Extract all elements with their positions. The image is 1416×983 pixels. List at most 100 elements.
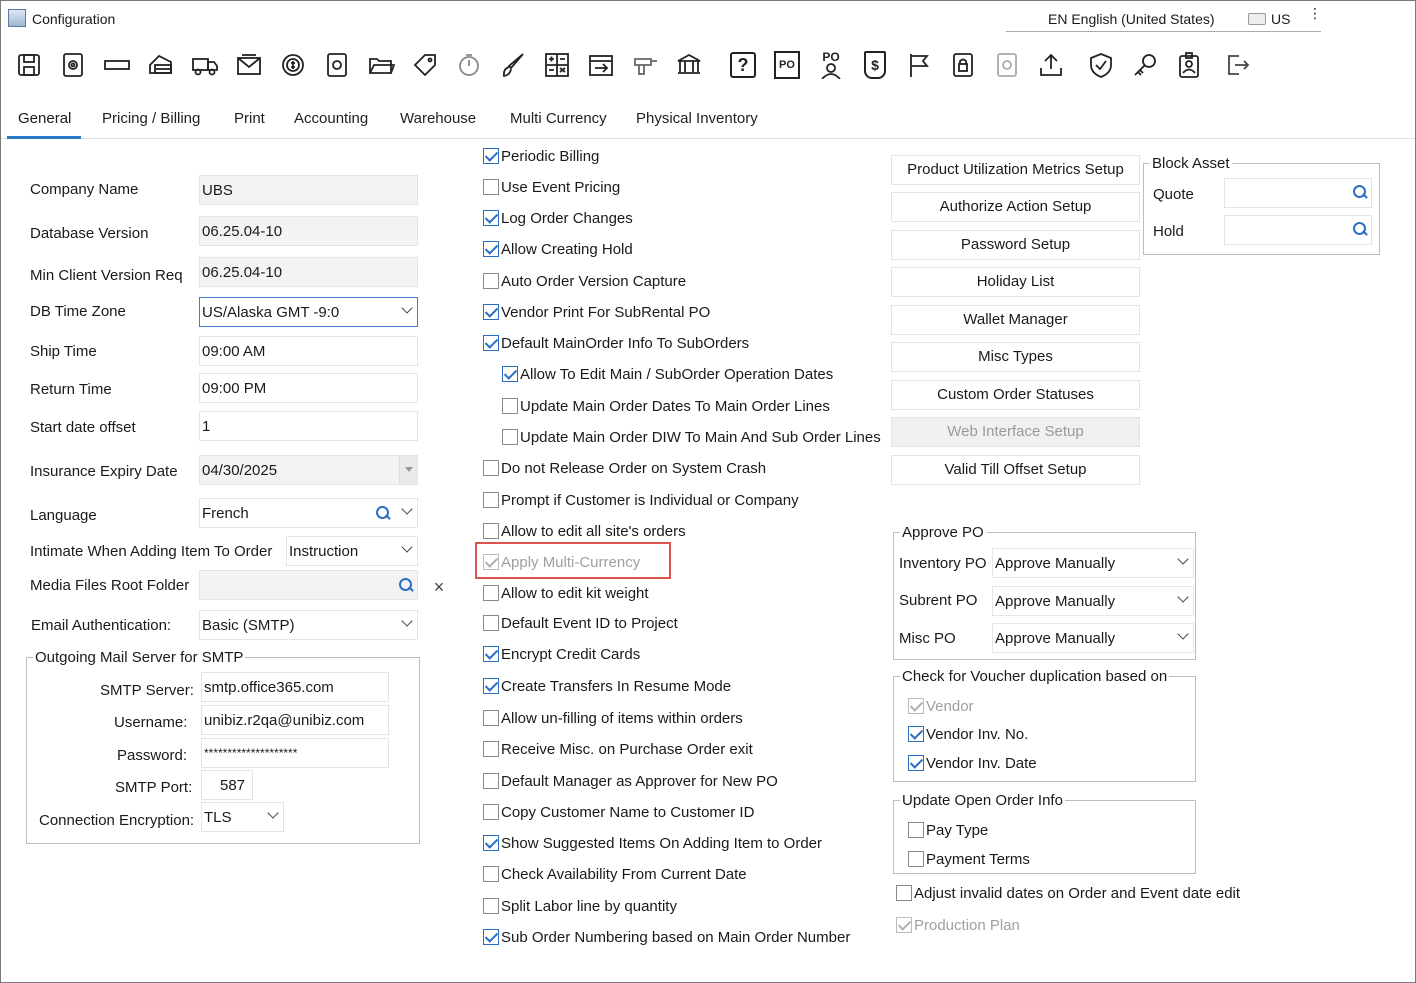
- allow-edit-all-sites-checkbox[interactable]: Allow to edit all site's orders: [483, 520, 686, 542]
- holiday-list-button[interactable]: Holiday List: [891, 267, 1140, 297]
- vendor-print-subrental-checkbox[interactable]: Vendor Print For SubRental PO: [483, 301, 710, 323]
- misc-types-button[interactable]: Misc Types: [891, 342, 1140, 372]
- log-order-changes-checkbox[interactable]: Log Order Changes: [483, 207, 633, 229]
- folder-open-icon[interactable]: [361, 44, 401, 86]
- tab-warehouse[interactable]: Warehouse: [400, 110, 476, 127]
- allow-unfilling-checkbox[interactable]: Allow un-filling of items within orders: [483, 707, 743, 729]
- language-selector[interactable]: EN English (United States) US ⋮: [1006, 6, 1322, 32]
- valid-till-offset-button[interactable]: Valid Till Offset Setup: [891, 455, 1140, 485]
- money-gear-icon[interactable]: [273, 44, 313, 86]
- tab-accounting[interactable]: Accounting: [294, 110, 368, 127]
- vendor-inv-date-checkbox[interactable]: Vendor Inv. Date: [908, 752, 1037, 774]
- exit-icon[interactable]: [1217, 44, 1257, 86]
- allow-creating-hold-checkbox[interactable]: Allow Creating Hold: [483, 238, 633, 260]
- tab-pricing-billing[interactable]: Pricing / Billing: [102, 110, 200, 127]
- receive-misc-po-exit-checkbox[interactable]: Receive Misc. on Purchase Order exit: [483, 738, 753, 760]
- payment-terms-checkbox[interactable]: Payment Terms: [908, 848, 1030, 870]
- return-time-field[interactable]: 09:00 PM: [199, 373, 418, 403]
- insurance-date-field[interactable]: 04/30/2025: [199, 455, 418, 485]
- mail-icon[interactable]: [229, 44, 269, 86]
- smtp-server-field[interactable]: smtp.office365.com: [201, 672, 389, 702]
- timer-icon[interactable]: [449, 44, 489, 86]
- calculator-icon[interactable]: [537, 44, 577, 86]
- start-offset-field[interactable]: 1: [199, 411, 418, 441]
- wallet-manager-button[interactable]: Wallet Manager: [891, 305, 1140, 335]
- shield-icon[interactable]: [1081, 44, 1121, 86]
- rectangle-icon[interactable]: [97, 44, 137, 86]
- tab-multi-currency[interactable]: Multi Currency: [510, 110, 607, 127]
- intimate-select[interactable]: Instruction: [286, 536, 418, 566]
- tz-select[interactable]: US/Alaska GMT -9:0: [199, 297, 418, 327]
- calendar-arrow-icon[interactable]: [581, 44, 621, 86]
- quote-field[interactable]: [1224, 178, 1372, 208]
- show-suggested-items-checkbox[interactable]: Show Suggested Items On Adding Item to O…: [483, 832, 822, 854]
- allow-edit-operation-dates-checkbox[interactable]: Allow To Edit Main / SubOrder Operation …: [502, 363, 833, 385]
- money-doc-icon[interactable]: $: [855, 44, 895, 86]
- search-icon[interactable]: [1353, 185, 1367, 199]
- search-icon[interactable]: [1353, 222, 1367, 236]
- create-transfers-resume-checkbox[interactable]: Create Transfers In Resume Mode: [483, 675, 731, 697]
- payment-icon[interactable]: [141, 44, 181, 86]
- check-availability-checkbox[interactable]: Check Availability From Current Date: [483, 863, 747, 885]
- settings-doc-icon[interactable]: [53, 44, 93, 86]
- tab-physical-inventory[interactable]: Physical Inventory: [636, 110, 758, 127]
- update-main-order-dates-checkbox[interactable]: Update Main Order Dates To Main Order Li…: [502, 395, 830, 417]
- default-event-id-checkbox[interactable]: Default Event ID to Project: [483, 612, 678, 634]
- sub-order-numbering-checkbox[interactable]: Sub Order Numbering based on Main Order …: [483, 926, 850, 948]
- date-spinner[interactable]: [399, 456, 417, 484]
- email-auth-select[interactable]: Basic (SMTP): [199, 610, 418, 640]
- update-main-order-diw-checkbox[interactable]: Update Main Order DIW To Main And Sub Or…: [502, 426, 881, 448]
- search-icon[interactable]: [376, 506, 390, 520]
- save-icon[interactable]: [9, 44, 49, 86]
- default-manager-approver-checkbox[interactable]: Default Manager as Approver for New PO: [483, 770, 778, 792]
- smtp-port-field[interactable]: 587: [201, 770, 253, 800]
- password-setup-button[interactable]: Password Setup: [891, 230, 1140, 260]
- pay-type-checkbox[interactable]: Pay Type: [908, 819, 988, 841]
- po-doc-icon[interactable]: PO: [767, 44, 807, 86]
- tab-print[interactable]: Print: [234, 110, 265, 127]
- allow-edit-kit-weight-checkbox[interactable]: Allow to edit kit weight: [483, 582, 649, 604]
- auto-order-version-checkbox[interactable]: Auto Order Version Capture: [483, 270, 686, 292]
- media-folder-field[interactable]: [199, 570, 418, 600]
- password-field[interactable]: ********************: [201, 738, 389, 768]
- clear-icon[interactable]: ×: [425, 573, 453, 601]
- subrent-po-select[interactable]: Approve Manually: [992, 586, 1194, 616]
- flag-icon[interactable]: [899, 44, 939, 86]
- help-icon[interactable]: ?: [723, 44, 763, 86]
- inventory-po-select[interactable]: Approve Manually: [992, 548, 1194, 578]
- more-options-icon[interactable]: ⋮: [1308, 6, 1322, 20]
- gear-doc-icon[interactable]: [317, 44, 357, 86]
- product-utilization-button[interactable]: Product Utilization Metrics Setup: [891, 155, 1140, 185]
- periodic-billing-checkbox[interactable]: Periodic Billing: [483, 145, 599, 167]
- prompt-customer-type-checkbox[interactable]: Prompt if Customer is Individual or Comp…: [483, 489, 799, 511]
- po-user-icon[interactable]: PO: [811, 44, 851, 86]
- search-icon[interactable]: [399, 578, 413, 592]
- copy-customer-name-checkbox[interactable]: Copy Customer Name to Customer ID: [483, 801, 754, 823]
- encryption-select[interactable]: TLS: [201, 802, 284, 832]
- tag-icon[interactable]: [405, 44, 445, 86]
- authorize-action-button[interactable]: Authorize Action Setup: [891, 192, 1140, 222]
- split-labor-line-checkbox[interactable]: Split Labor line by quantity: [483, 895, 677, 917]
- ship-time-field[interactable]: 09:00 AM: [199, 336, 418, 366]
- adjust-invalid-dates-checkbox[interactable]: Adjust invalid dates on Order and Event …: [896, 882, 1240, 904]
- bank-icon[interactable]: [669, 44, 709, 86]
- do-not-release-order-checkbox[interactable]: Do not Release Order on System Crash: [483, 457, 766, 479]
- use-event-pricing-checkbox[interactable]: Use Event Pricing: [483, 176, 620, 198]
- vendor-inv-no-checkbox[interactable]: Vendor Inv. No.: [908, 723, 1028, 745]
- upload-icon[interactable]: [1031, 44, 1071, 86]
- key-icon[interactable]: [1125, 44, 1165, 86]
- custom-order-statuses-button[interactable]: Custom Order Statuses: [891, 380, 1140, 410]
- misc-po-select[interactable]: Approve Manually: [992, 623, 1194, 653]
- lock-doc-icon[interactable]: [943, 44, 983, 86]
- username-field[interactable]: unibiz.r2qa@unibiz.com: [201, 705, 389, 735]
- default-mainorder-info-checkbox[interactable]: Default MainOrder Info To SubOrders: [483, 332, 749, 354]
- gear-doc-light-icon[interactable]: [987, 44, 1027, 86]
- hold-field[interactable]: [1224, 215, 1372, 245]
- tab-general[interactable]: General: [18, 110, 71, 127]
- brush-icon[interactable]: [493, 44, 533, 86]
- language-select[interactable]: French: [199, 498, 418, 528]
- drill-icon[interactable]: [625, 44, 665, 86]
- truck-icon[interactable]: [185, 44, 225, 86]
- id-badge-icon[interactable]: [1169, 44, 1209, 86]
- encrypt-credit-cards-checkbox[interactable]: Encrypt Credit Cards: [483, 643, 640, 665]
